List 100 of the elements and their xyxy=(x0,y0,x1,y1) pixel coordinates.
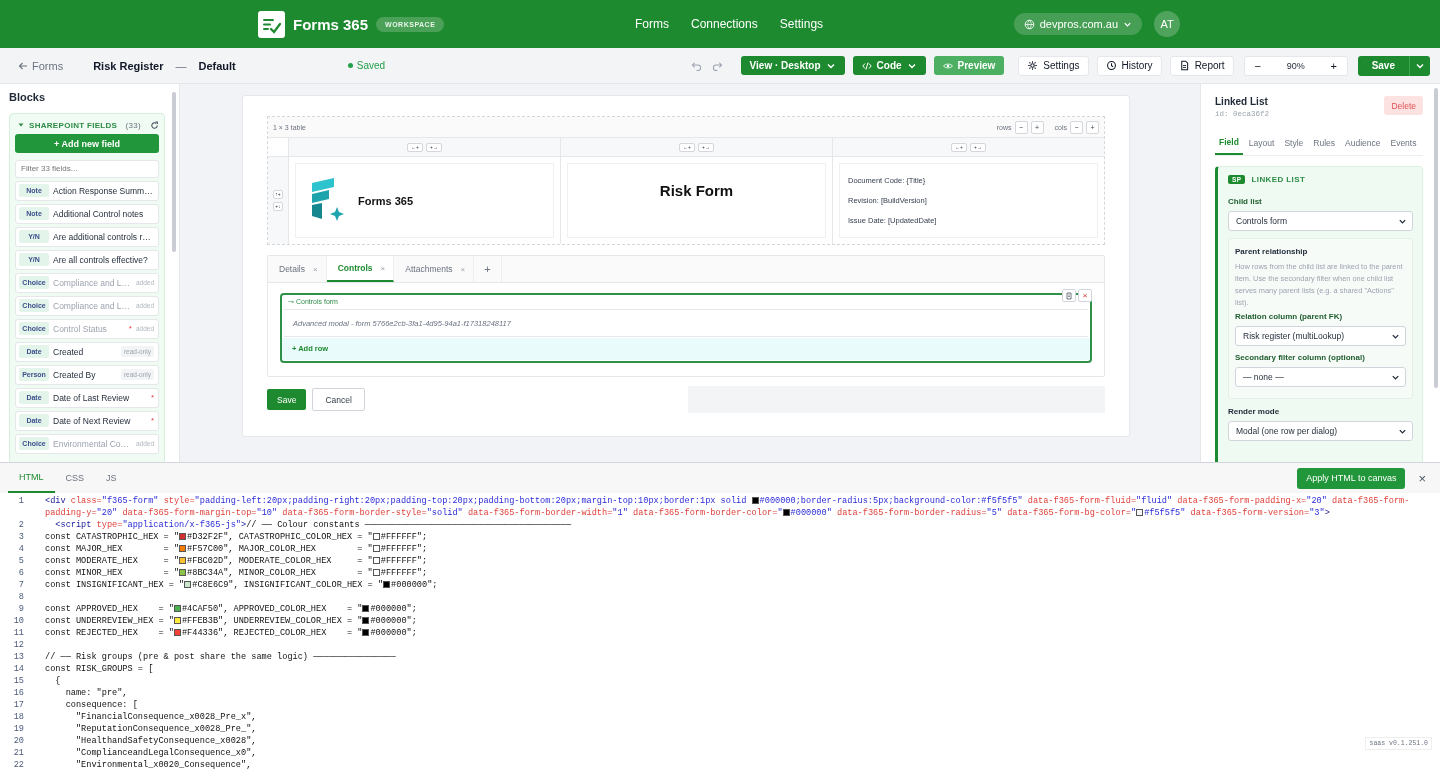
scrollbar-thumb[interactable] xyxy=(1434,88,1438,388)
form-name: Risk Register xyxy=(93,59,164,72)
code-icon xyxy=(861,60,872,71)
toolbar-button[interactable]: Settings xyxy=(1018,55,1089,76)
form-tab[interactable]: Attachments × xyxy=(394,256,475,282)
back-link[interactable]: Forms xyxy=(18,59,64,72)
copy-button[interactable] xyxy=(1062,289,1076,302)
nav-link[interactable]: Connections xyxy=(691,17,758,31)
field-label: Secondary filter column (optional) xyxy=(1235,353,1366,362)
save-button[interactable]: Save xyxy=(267,389,307,410)
field-label: Action Response Summ… xyxy=(53,185,154,196)
copy-icon xyxy=(1065,291,1073,300)
code-line: <div class="f365-form" style="padding-left:20px;padding-right:20px;padding-top:20px;padding-bottom:20px;margin-top:10px;border:1px solid #000000;border-radius:5px;background-color:#f5f5f5" data-f365-form-fluid="fluid" data-f365-form-padding-x="20" data-f365-form-padding-y="20" data-f365-form-margin-top="10" data-f365-form-border-style="solid" data-f365-form-border-width="1" data-f365-form-border-color=" #000000" data-f365-form-border-radius="5" data-f365-form-bg-color=" #f5f5f5" data-f365-form-version="3"> xyxy=(45,495,1411,519)
refresh-icon[interactable] xyxy=(150,120,159,130)
code-line: const MINOR_HEX = " #8BC34A", MINOR_COLOR_HEX = " #FFFFFF"; xyxy=(45,567,428,579)
app-name: Forms 365 xyxy=(293,15,369,33)
code-tab[interactable]: HTML xyxy=(8,463,55,493)
logo-icon[interactable] xyxy=(258,10,285,38)
section-title: LINKED LIST xyxy=(1251,175,1306,184)
select-field[interactable]: Modal (one row per dialog) xyxy=(1228,421,1413,441)
zoom-level: 90% xyxy=(1285,60,1306,71)
field-label: Compliance and L… xyxy=(53,277,131,288)
toolbar-button[interactable]: History xyxy=(1096,55,1162,76)
undo-icon[interactable] xyxy=(690,60,702,71)
line-number: 9 xyxy=(17,603,24,615)
form-tab[interactable]: Details × xyxy=(268,256,327,282)
inspector-tab[interactable]: Field xyxy=(1215,137,1243,155)
line-number: 22 xyxy=(12,759,24,771)
line-number: 15 xyxy=(12,675,24,687)
close-button[interactable]: × xyxy=(1412,469,1432,487)
panel-heading: Parent relationship xyxy=(1235,247,1309,256)
code-line: <script type="application/x-f365-js">// —— Colour constants ———————————————————————————————————————— xyxy=(54,519,572,531)
field-label: Relation column (parent FK) xyxy=(1235,312,1344,321)
line-number: 12 xyxy=(12,639,24,651)
field-label: Date of Next Review xyxy=(53,415,132,426)
select-field[interactable]: Controls form xyxy=(1228,211,1413,231)
caret-icon[interactable] xyxy=(18,122,24,128)
inspector-tab[interactable]: Style xyxy=(1280,137,1308,155)
zoom-in-button[interactable]: + xyxy=(1320,58,1347,73)
logo-text: Forms 365 xyxy=(358,194,414,207)
cancel-button[interactable]: Cancel xyxy=(312,388,365,411)
line-number: 7 xyxy=(17,579,24,591)
form-tab[interactable]: Controls × xyxy=(326,256,395,282)
save-button[interactable]: Save xyxy=(1357,55,1409,76)
clock-icon xyxy=(1105,60,1117,71)
select-field[interactable]: Risk register (multiLookup) xyxy=(1235,326,1406,346)
code-line: consequence: [ xyxy=(64,699,138,711)
line-number: 3 xyxy=(17,531,24,543)
field-label: Are all controls effective? xyxy=(53,254,149,265)
code-tab[interactable]: CSS xyxy=(54,463,95,493)
zoom-out-button[interactable]: − xyxy=(1244,58,1271,73)
code-line: const RISK_GROUPS = [ xyxy=(45,663,154,675)
apply-button[interactable]: Apply HTML to canvas xyxy=(1297,467,1406,489)
field-label: Control Status xyxy=(53,323,108,334)
inspector-tab[interactable]: Rules xyxy=(1309,137,1339,155)
field-label: Child list xyxy=(1228,197,1263,206)
field-label: Created xyxy=(53,346,85,357)
required-marker: * xyxy=(128,324,132,333)
code-line: // —— Risk groups (pre & post share the same logic) ———————————————— xyxy=(45,651,396,663)
line-number: 1 xyxy=(17,495,24,508)
select-field[interactable]: — none — xyxy=(1235,367,1406,387)
separator-dash: — xyxy=(175,59,187,72)
field-label: Are additional controls r… xyxy=(53,231,152,242)
view-mode-button[interactable]: View · Desktop xyxy=(740,56,845,75)
add-tab-button[interactable]: + xyxy=(474,256,502,282)
filter-field[interactable]: Filter 33 fields... xyxy=(15,159,159,178)
line-number: 5 xyxy=(17,555,24,567)
toolbar-button[interactable]: Report xyxy=(1169,55,1234,76)
code-tab[interactable]: JS xyxy=(95,463,128,493)
field-label: Compliance and L… xyxy=(53,300,131,311)
inspector-tab[interactable]: Audience xyxy=(1341,137,1385,155)
line-number: 10 xyxy=(12,615,24,627)
scrollbar-thumb[interactable] xyxy=(172,92,176,252)
code-line: const UNDERREVIEW_HEX = " #FFEB3B", UNDERREVIEW_COLOR_HEX = " #000000"; xyxy=(45,615,417,627)
save-menu-button[interactable] xyxy=(1409,55,1430,76)
code-line: const MODERATE_HEX = " #FBC02D", MODERATE_COLOR_HEX = " #FFFFFF"; xyxy=(45,555,428,567)
nav-link[interactable]: Settings xyxy=(779,17,824,31)
field-label: Date of Last Review xyxy=(53,392,131,403)
save-status: Saved xyxy=(356,60,386,71)
code-line: const INSIGNIFICANT_HEX = " #C8E6C9", INSIGNIFICANT_COLOR_HEX = " #000000"; xyxy=(45,579,438,591)
required-marker: * xyxy=(150,416,154,425)
nav-link[interactable]: Forms xyxy=(635,17,669,31)
code-line: "ReputationConsequence_x0028_Pre_", xyxy=(74,723,257,735)
line-number: 11 xyxy=(12,627,24,639)
required-marker: * xyxy=(150,393,154,402)
line-number: 20 xyxy=(12,735,24,747)
code-button[interactable]: Code xyxy=(852,56,926,75)
inspector-tab[interactable]: Layout xyxy=(1244,137,1279,155)
back-arrow-icon xyxy=(18,60,28,71)
redo-icon[interactable] xyxy=(711,60,723,71)
line-number: 18 xyxy=(12,711,24,723)
inspector-tab[interactable]: Events xyxy=(1386,137,1421,155)
code-line: const REJECTED_HEX = " #F44336", REJECTED_COLOR_HEX = " #000000"; xyxy=(45,627,417,639)
code-line: "FinancialConsequence_x0028_Pre_x", xyxy=(74,711,257,723)
close-button[interactable]: × xyxy=(1078,289,1092,302)
code-line: "HealthandSafetyConsequence_x0028", xyxy=(74,735,257,747)
line-number: 19 xyxy=(12,723,24,735)
line-number: 17 xyxy=(12,699,24,711)
form-title: Risk Form xyxy=(659,182,734,199)
add-field-button[interactable]: + Add new field xyxy=(15,134,159,153)
